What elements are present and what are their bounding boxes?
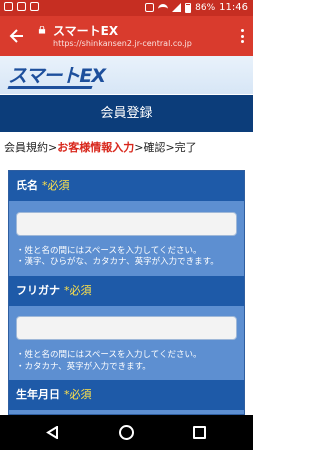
signal-icon: [172, 3, 182, 12]
name-field-header: 氏名 *必須: [9, 171, 244, 201]
birthdate-field-header: 生年月日 *必須: [9, 380, 244, 410]
nav-back-icon[interactable]: [46, 426, 59, 439]
nav-recents-icon[interactable]: [193, 426, 206, 439]
vibrate-icon: [145, 3, 155, 12]
furigana-note: ・カタカナ、英字が入力できます。: [16, 361, 151, 372]
browser-toolbar: スマートEX https://shinkansen2.jr-central.co…: [0, 16, 253, 56]
required-badge: *必須: [42, 179, 70, 192]
name-field-body: ・姓と名の間にはスペースを入力してください。 ・漢字、ひらがな、カタカナ、英字が…: [9, 201, 244, 276]
wifi-icon: [158, 3, 169, 12]
name-input[interactable]: [16, 211, 237, 236]
page-tab-title: スマートEX: [53, 24, 119, 38]
logo-underline: [7, 86, 93, 89]
registration-form: 氏名 *必須 ・姓と名の間にはスペースを入力してください。 ・漢字、ひらがな、カタ…: [8, 170, 245, 415]
site-header: スマートEX: [0, 56, 253, 94]
furigana-field-header: フリガナ *必須: [9, 275, 244, 306]
step-complete: 完了: [174, 141, 197, 154]
furigana-note: ・姓と名の間にはスペースを入力してください。: [16, 350, 202, 360]
nav-home-icon[interactable]: [119, 425, 134, 440]
name-note: ・姓と名の間にはスペースを入力してください。: [16, 245, 202, 256]
breadcrumb: 会員規約>お客様情報入力>確認>完了: [4, 139, 197, 155]
mail-icon: [17, 2, 26, 11]
page-title: 会員登録: [0, 95, 253, 132]
url-bar[interactable]: https://shinkansen2.jr-central.co.jp: [53, 39, 192, 48]
birthdate-label: 生年月日: [16, 388, 60, 401]
system-nav-bar: [0, 415, 253, 450]
name-label: 氏名: [16, 179, 38, 192]
notification-icon: [4, 2, 13, 11]
furigana-label: フリガナ: [16, 283, 60, 297]
furigana-notes: ・姓と名の間にはスペースを入力してください。 ・カタカナ、英字が入力できます。: [16, 350, 237, 373]
battery-percent: 86%: [195, 2, 216, 13]
step-separator: >: [48, 141, 58, 154]
required-badge: *必須: [64, 388, 92, 401]
step-confirm: 確認: [143, 141, 166, 154]
arrow-left-icon[interactable]: [7, 26, 27, 46]
status-bar: 86% 11:46: [0, 0, 253, 16]
name-note: ・漢字、ひらがな、カタカナ、英字が入力できます。: [16, 257, 219, 267]
more-vert-icon[interactable]: [237, 27, 247, 45]
step-customer-info: お客様情報入力: [57, 141, 135, 154]
smart-ex-logo[interactable]: スマートEX: [8, 61, 106, 88]
lock-icon: [38, 26, 46, 34]
notification-icon-2: [30, 2, 39, 11]
step-separator: >: [165, 141, 175, 154]
furigana-input[interactable]: [16, 316, 237, 340]
battery-icon: [185, 2, 192, 13]
name-notes: ・姓と名の間にはスペースを入力してください。 ・漢字、ひらがな、カタカナ、英字が…: [16, 246, 237, 269]
step-terms: 会員規約: [4, 141, 48, 154]
required-badge: *必須: [64, 283, 92, 297]
clock: 11:46: [219, 2, 248, 13]
furigana-field-body: ・姓と名の間にはスペースを入力してください。 ・カタカナ、英字が入力できます。: [9, 306, 244, 381]
